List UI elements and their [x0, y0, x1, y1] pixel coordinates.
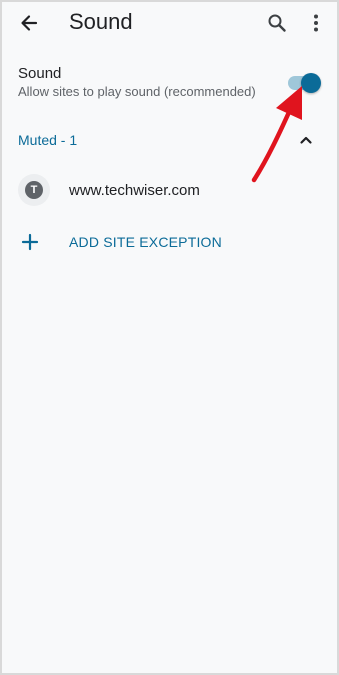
page-title: Sound	[69, 9, 133, 34]
site-url: www.techwiser.com	[69, 182, 200, 199]
search-icon	[268, 14, 286, 32]
setting-summary: Allow sites to play sound (recommended)	[18, 84, 256, 99]
site-list-item[interactable]: T www.techwiser.com	[2, 170, 337, 210]
search-button[interactable]	[260, 8, 294, 38]
sound-setting-row[interactable]: Sound Allow sites to play sound (recomme…	[2, 60, 337, 108]
toggle-thumb	[301, 73, 321, 93]
app-bar: Sound	[2, 2, 337, 44]
back-button[interactable]	[12, 8, 46, 38]
setting-title: Sound	[18, 65, 62, 82]
more-vert-icon	[314, 14, 318, 32]
chevron-up-icon	[300, 136, 312, 144]
add-site-exception-label: ADD SITE EXCEPTION	[69, 234, 222, 250]
site-favicon-icon: T	[25, 181, 43, 199]
more-options-button[interactable]	[302, 8, 330, 38]
add-site-exception-button[interactable]: ADD SITE EXCEPTION	[2, 228, 337, 256]
plus-icon	[21, 233, 39, 251]
muted-group-label: Muted - 1	[18, 132, 78, 148]
muted-group-header[interactable]: Muted - 1	[2, 126, 337, 154]
sound-toggle[interactable]	[288, 73, 321, 93]
arrow-back-icon	[21, 15, 38, 31]
favicon-container: T	[18, 174, 50, 206]
screen: Sound Sound Allow sites to play sound (r…	[0, 0, 339, 675]
